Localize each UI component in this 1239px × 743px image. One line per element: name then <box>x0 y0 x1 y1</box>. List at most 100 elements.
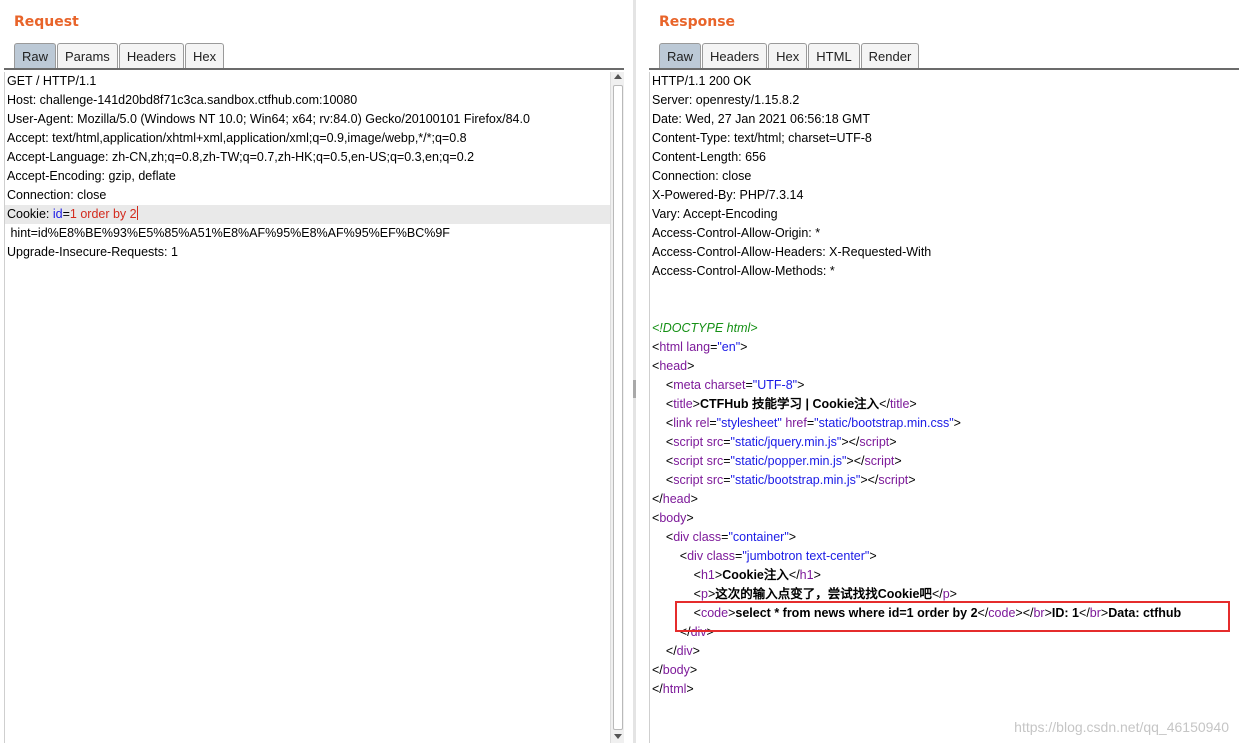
code-meta: <meta charset="UTF-8"> <box>652 378 805 392</box>
request-pane: Request Raw Params Headers Hex GET / HTT… <box>0 0 628 743</box>
attr-name: rel <box>695 416 710 430</box>
request-line: hint=id%E8%BE%93%E5%85%A51%E8%AF%95%E8%A… <box>7 226 450 240</box>
code-html-close: </html> <box>652 682 694 696</box>
p-text: 这次的输入点变了，尝试找找Cookie吧 <box>715 587 932 601</box>
cookie-eq: = <box>62 207 70 221</box>
request-line: Accept-Encoding: gzip, deflate <box>7 169 176 183</box>
attr-name: src <box>706 435 724 449</box>
code-script: <script src="static/jquery.min.js"></scr… <box>652 435 897 449</box>
response-tab-raw[interactable]: Raw <box>659 43 702 68</box>
attr-name: class <box>706 549 736 563</box>
response-tabs: Raw Headers Hex HTML Render <box>659 42 920 68</box>
tag-name: html <box>662 682 687 696</box>
title-text: CTFHub 技能学习 | Cookie注入 <box>699 397 880 411</box>
request-line: Host: challenge-141d20bd8f71c3ca.sandbox… <box>7 93 358 107</box>
request-tab-headers[interactable]: Headers <box>118 43 184 68</box>
request-scrollbar[interactable] <box>610 72 624 743</box>
request-editor[interactable]: GET / HTTP/1.1 Host: challenge-141d20bd8… <box>4 72 611 743</box>
request-line: Accept: text/html,application/xhtml+xml,… <box>7 131 467 145</box>
attr-name: src <box>706 454 724 468</box>
attr-value: "stylesheet" <box>716 416 782 430</box>
tag-name: script <box>673 473 704 487</box>
tag-name: title <box>889 397 910 411</box>
attr-name: href <box>785 416 807 430</box>
tag-name: p <box>700 587 708 601</box>
code-body-open: <body> <box>652 511 694 525</box>
request-line: Connection: close <box>7 188 107 202</box>
code-head-close: </head> <box>652 492 698 506</box>
cookie-name: id <box>52 207 63 221</box>
response-header-line: Access-Control-Allow-Origin: * <box>652 226 821 240</box>
request-tabs: Raw Params Headers Hex <box>14 42 225 68</box>
tag-name: div <box>673 530 690 544</box>
splitter-grip-icon[interactable] <box>633 380 636 398</box>
response-title: Response <box>659 14 736 30</box>
response-header-line: Access-Control-Allow-Methods: * <box>652 264 835 278</box>
code-div-container: <div class="container"> <box>652 530 797 544</box>
tag-name: script <box>673 454 704 468</box>
tag-name: script <box>878 473 909 487</box>
response-editor[interactable]: HTTP/1.1 200 OK Server: openresty/1.15.8… <box>649 72 1239 743</box>
tag-name: head <box>662 492 691 506</box>
response-tab-hex[interactable]: Hex <box>768 43 808 68</box>
request-tab-params[interactable]: Params <box>57 43 118 68</box>
request-line: User-Agent: Mozilla/5.0 (Windows NT 10.0… <box>7 112 530 126</box>
code-title: <title>CTFHub 技能学习 | Cookie注入</title> <box>652 397 917 411</box>
code-doctype: <!DOCTYPE html> <box>650 319 1239 338</box>
attr-name: charset <box>704 378 746 392</box>
pane-splitter[interactable] <box>628 0 643 743</box>
request-line: Accept-Language: zh-CN,zh;q=0.8,zh-TW;q=… <box>7 150 475 164</box>
code-div-jumbotron: <div class="jumbotron text-center"> <box>652 549 877 563</box>
tag-name: script <box>864 454 895 468</box>
watermark: https://blog.csdn.net/qq_46150940 <box>1014 719 1229 735</box>
cookie-value: 1 order by 2 <box>69 207 137 221</box>
attr-value: "en" <box>717 340 741 354</box>
attr-name: lang <box>686 340 711 354</box>
tag-name: html <box>659 340 683 354</box>
code-h1: <h1>Cookie注入</h1> <box>652 568 821 582</box>
scroll-thumb[interactable] <box>613 85 623 730</box>
code-script: <script src="static/popper.min.js"></scr… <box>652 454 902 468</box>
request-tab-raw[interactable]: Raw <box>14 43 57 68</box>
response-tab-rule <box>649 68 1239 70</box>
response-header-line: Access-Control-Allow-Headers: X-Requeste… <box>652 245 932 259</box>
request-line: GET / HTTP/1.1 <box>7 74 97 88</box>
response-header-line: Date: Wed, 27 Jan 2021 06:56:18 GMT <box>652 112 870 126</box>
code-script: <script src="static/bootstrap.min.js"></… <box>652 473 916 487</box>
request-title: Request <box>14 14 79 30</box>
scroll-down-icon[interactable] <box>614 734 622 739</box>
request-tab-hex[interactable]: Hex <box>184 43 225 68</box>
tag-name: body <box>662 663 690 677</box>
doctype-text: <!DOCTYPE html> <box>652 321 758 335</box>
tag-name: p <box>942 587 950 601</box>
attr-value: "static/popper.min.js" <box>730 454 847 468</box>
response-header-line: Content-Type: text/html; charset=UTF-8 <box>652 131 872 145</box>
request-line: Upgrade-Insecure-Requests: 1 <box>7 245 178 259</box>
request-cookie-line: Cookie: id=1 order by 2 <box>5 205 611 224</box>
code-html-open: <html lang="en"> <box>652 340 748 354</box>
h1-text: Cookie注入 <box>722 568 789 582</box>
text-caret <box>136 206 138 220</box>
response-header-line: HTTP/1.1 200 OK <box>652 74 752 88</box>
tag-name: div <box>676 644 693 658</box>
code-link: <link rel="stylesheet" href="static/boot… <box>652 416 961 430</box>
tag-name: div <box>687 549 704 563</box>
code-div-close: </div> <box>652 644 700 658</box>
response-tab-render[interactable]: Render <box>860 43 920 68</box>
tag-name: h1 <box>799 568 814 582</box>
tag-name: title <box>673 397 693 411</box>
response-tab-html[interactable]: HTML <box>808 43 860 68</box>
tag-name: head <box>659 359 688 373</box>
attr-value: "static/bootstrap.min.js" <box>730 473 861 487</box>
response-header-line: Connection: close <box>652 169 752 183</box>
code-head-open: <head> <box>652 359 695 373</box>
attr-value: "static/jquery.min.js" <box>730 435 842 449</box>
response-tab-headers[interactable]: Headers <box>702 43 768 68</box>
response-header-line: X-Powered-By: PHP/7.3.14 <box>652 188 804 202</box>
scroll-up-icon[interactable] <box>614 74 622 79</box>
attr-name: src <box>706 473 724 487</box>
response-header-line: Content-Length: 656 <box>652 150 766 164</box>
tag-name: body <box>659 511 687 525</box>
